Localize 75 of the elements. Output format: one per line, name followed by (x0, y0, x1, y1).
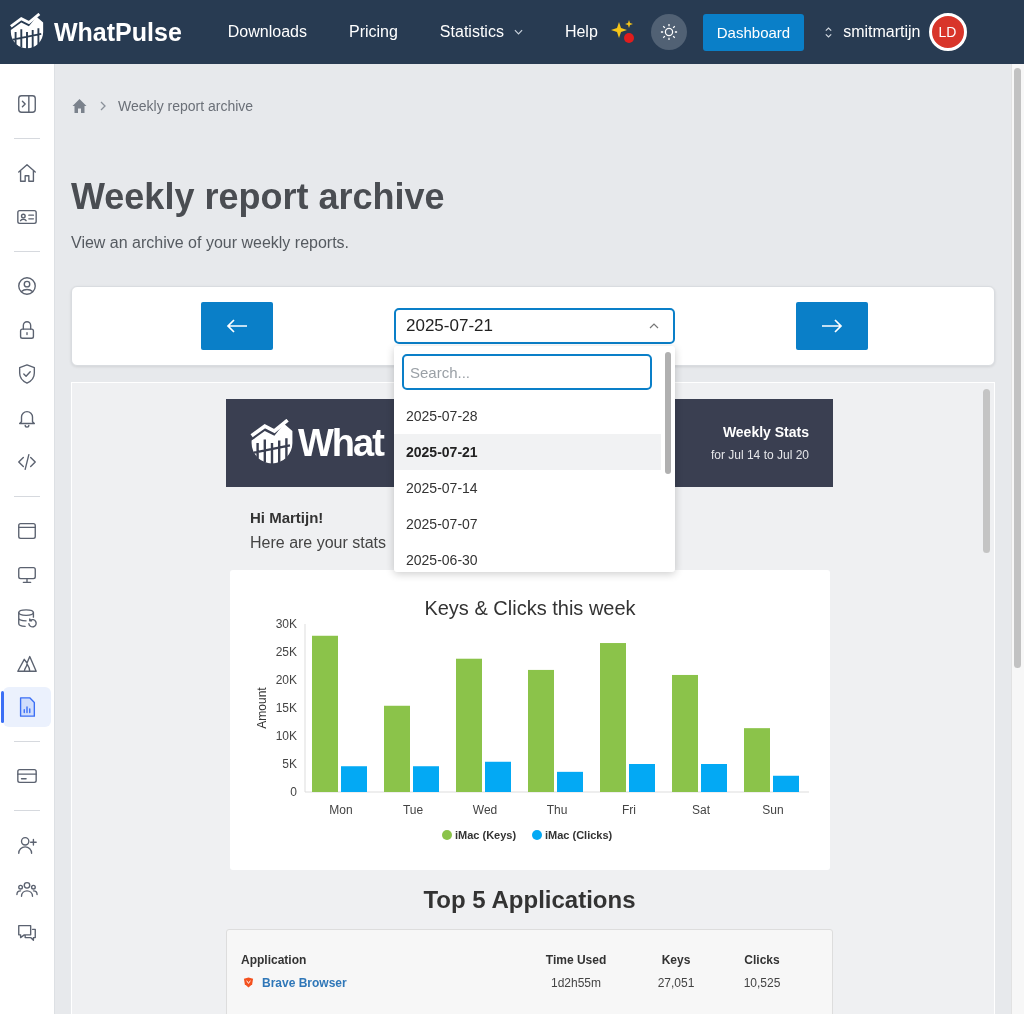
tick-label: 25K (275, 645, 297, 659)
sidebar-item[interactable] (3, 687, 51, 727)
dropdown-option[interactable]: 2025-07-21 (394, 434, 661, 470)
tick-label: Fri (621, 803, 636, 817)
nav-link[interactable]: Downloads (227, 23, 307, 41)
page-title: Weekly report archive (71, 176, 446, 218)
column-header: Application (241, 952, 308, 967)
database-icon (16, 608, 38, 630)
tick-label: 10K (275, 729, 297, 743)
dropdown-option[interactable]: 2025-07-14 (394, 470, 661, 506)
chart-title: Keys & Clicks this week (423, 597, 636, 619)
column-header: Clicks (743, 952, 781, 967)
add-user-icon (16, 834, 38, 856)
browser-window-icon (16, 520, 38, 542)
next-week-button[interactable] (796, 302, 868, 350)
nav-link[interactable]: Pricing (348, 23, 398, 41)
tick-label: Mon (328, 803, 353, 817)
table-cell-text: 1d2h55m (549, 975, 602, 990)
shield-icon (243, 977, 254, 988)
section-title: Top 5 Applications (422, 886, 637, 914)
chevron-down-icon (513, 29, 523, 35)
breadcrumb-item: Weekly report archive (118, 98, 254, 114)
home-icon (16, 162, 38, 184)
tick-label: Thu (546, 803, 567, 817)
nav-link[interactable]: Statistics (439, 23, 523, 41)
column-header: Time Used (544, 952, 608, 967)
dashboard-button[interactable]: Dashboard (702, 13, 805, 51)
legend-label: iMac (Keys) (454, 829, 516, 841)
nav-link[interactable]: Help (564, 23, 598, 41)
dropdown-option[interactable]: 2025-07-28 (394, 398, 661, 434)
app-link[interactable]: Brave Browser (262, 975, 347, 990)
tick-label: Tue (402, 803, 423, 817)
table-cell-text: 27,051 (656, 975, 696, 990)
arrow-left-icon (226, 318, 248, 334)
logo-text: What (298, 421, 383, 465)
page-subtitle: View an archive of your weekly reports. (71, 234, 351, 252)
arrow-right-icon (821, 318, 843, 334)
avatar[interactable]: LD (928, 13, 967, 51)
home-icon[interactable] (71, 98, 88, 114)
column-header: Keys (660, 952, 692, 967)
tick-label: 5K (281, 757, 297, 771)
monitor-icon (16, 564, 38, 586)
shield-icon (16, 363, 38, 385)
code-icon (16, 451, 38, 473)
tick-label: 0 (289, 785, 297, 799)
tick-label: 20K (275, 673, 297, 687)
user-icon (16, 275, 38, 297)
tick-label: Sun (761, 803, 784, 817)
report-period: for Jul 14 to Jul 20 (710, 448, 809, 462)
sort-icon (824, 25, 834, 39)
previous-week-button[interactable] (201, 302, 273, 350)
table-cell-text: 10,525 (742, 975, 782, 990)
greeting: Hi Martijn! (250, 509, 324, 526)
intro-text: Here are your stats (250, 534, 387, 552)
logo-icon (8, 13, 46, 51)
chevron-up-icon (649, 323, 659, 329)
search-field[interactable]: Search... (402, 354, 652, 390)
sun-icon (659, 23, 678, 41)
dropdown-option[interactable]: 2025-07-07 (394, 506, 661, 542)
tick-label: Wed (472, 803, 497, 817)
page-scrollbar[interactable] (1011, 64, 1024, 1014)
brand-name[interactable]: WhatPulse (54, 17, 182, 47)
username[interactable]: smitmartijn (843, 23, 921, 41)
report-heading: Weekly Stats (722, 424, 809, 440)
week-select[interactable]: 2025-07-21 (394, 308, 675, 344)
legend-label: iMac (Clicks) (544, 829, 612, 841)
chat-icon (16, 922, 38, 944)
tick-label: Sat (691, 803, 710, 817)
theme-toggle-button[interactable] (650, 14, 687, 50)
tick-label: 15K (275, 701, 297, 715)
axis-label: Amount (254, 687, 269, 729)
sidebar-toggle-icon (16, 93, 38, 115)
chevron-right-icon (100, 101, 106, 111)
dropdown-option[interactable]: 2025-06-30 (394, 542, 661, 572)
tick-label: 30K (275, 617, 297, 631)
